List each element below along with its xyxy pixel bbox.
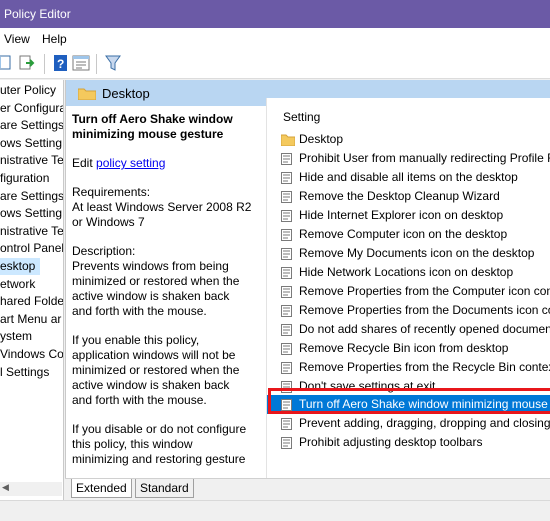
folder-icon (281, 134, 295, 146)
tree-item[interactable]: l Settings (0, 364, 49, 381)
edit-policy-link[interactable]: policy setting (96, 156, 165, 170)
tree-item[interactable]: are Settings (0, 117, 63, 134)
list-item-label: Prohibit adjusting desktop toolbars (299, 435, 483, 449)
disable-text: If you disable or do not configure this … (72, 422, 247, 466)
properties-icon[interactable] (72, 54, 90, 72)
tree-item[interactable]: Vindows Cor (0, 346, 63, 363)
help-icon[interactable]: ? (52, 54, 70, 72)
list-item-label: Prevent adding, dragging, dropping and c… (299, 416, 550, 430)
list-item-label: Remove Recycle Bin icon from desktop (299, 341, 509, 355)
policy-setting-icon (281, 305, 292, 317)
policy-setting-icon (281, 248, 292, 260)
show-hide-tree-icon[interactable] (0, 54, 12, 72)
list-item-label: Prohibit User from manually redirecting … (299, 151, 550, 165)
tree-item[interactable]: uter Policy (0, 82, 56, 99)
policy-setting-icon (281, 437, 292, 449)
list-item[interactable]: Prohibit adjusting desktop toolbars (267, 433, 550, 452)
status-bar (0, 500, 550, 521)
list-item[interactable]: Hide and disable all items on the deskto… (267, 168, 550, 187)
policy-setting-icon (281, 267, 292, 279)
list-item[interactable]: Remove Properties from the Documents ico… (267, 301, 550, 320)
policy-setting-icon (281, 286, 292, 298)
tree-item[interactable]: ows Setting (0, 135, 62, 152)
list-item[interactable]: Hide Internet Explorer icon on desktop (267, 206, 550, 225)
edit-line: Edit policy setting (72, 156, 252, 171)
policy-setting-icon (281, 172, 292, 184)
list-item[interactable]: Hide Network Locations icon on desktop (267, 263, 550, 282)
list-item-label: Remove Computer icon on the desktop (299, 227, 508, 241)
requirements-text: Requirements: At least Windows Server 20… (72, 185, 252, 229)
tree-item[interactable]: figuration (0, 170, 49, 187)
setting-description: Turn off Aero Shake window minimizing mo… (72, 112, 252, 481)
setting-title: Turn off Aero Shake window minimizing mo… (72, 112, 233, 141)
policy-setting-icon (281, 210, 292, 222)
policy-setting-icon (281, 191, 292, 203)
menu-bar: View Help (0, 28, 550, 50)
toolbar: ? (0, 50, 550, 79)
toolbar-separator (44, 54, 45, 74)
tree-item[interactable]: nistrative Te (0, 223, 63, 240)
tab-extended[interactable]: Extended (71, 479, 132, 498)
tree-item[interactable]: nistrative Te (0, 152, 63, 169)
list-item[interactable]: Prevent adding, dragging, dropping and c… (267, 414, 550, 433)
toolbar-separator (96, 54, 97, 74)
list-item-label: Remove Properties from the Computer icon… (299, 284, 550, 298)
list-item-folder[interactable]: Desktop (267, 130, 550, 149)
list-item-label: Hide Network Locations icon on desktop (299, 265, 514, 279)
list-item[interactable]: Remove My Documents icon on the desktop (267, 244, 550, 263)
highlight-box (268, 388, 550, 414)
enable-text: If you enable this policy, application w… (72, 333, 240, 407)
list-item[interactable]: Prohibit User from manually redirecting … (267, 149, 550, 168)
category-title: Desktop (102, 86, 150, 101)
list-item-label: Do not add shares of recently opened doc… (299, 322, 550, 336)
list-item[interactable]: Remove Computer icon on the desktop (267, 225, 550, 244)
tree-item[interactable]: hared Folder (0, 293, 63, 310)
tree-item[interactable]: ystem (0, 328, 32, 345)
policy-setting-icon (281, 418, 292, 430)
list-item-label: Hide Internet Explorer icon on desktop (299, 208, 504, 222)
tree-item[interactable]: ontrol Panel (0, 240, 63, 257)
policy-setting-icon (281, 153, 292, 165)
tree-item-desktop[interactable]: esktop (0, 258, 40, 275)
policy-setting-icon (281, 324, 292, 336)
policy-setting-icon (281, 229, 292, 241)
list-item[interactable]: Remove the Desktop Cleanup Wizard (267, 187, 550, 206)
list-item-label: Remove My Documents icon on the desktop (299, 246, 535, 260)
list-item[interactable]: Remove Properties from the Computer icon… (267, 282, 550, 301)
svg-text:?: ? (57, 57, 64, 71)
tree-item[interactable]: are Settings (0, 188, 63, 205)
tree-pane: uter Policy er Configura are Settings ow… (0, 80, 64, 500)
export-list-icon[interactable] (18, 54, 36, 72)
list-item-label: Hide and disable all items on the deskto… (299, 170, 518, 184)
title-bar: Policy Editor (0, 0, 550, 28)
settings-list: Setting Desktop Prohibit User from manua… (266, 98, 550, 478)
list-item[interactable]: Do not add shares of recently opened doc… (267, 320, 550, 339)
folder-icon (78, 88, 96, 100)
filter-icon[interactable] (104, 54, 122, 72)
list-item[interactable]: Remove Recycle Bin icon from desktop (267, 339, 550, 358)
list-item-label: Remove Properties from the Documents ico… (299, 303, 550, 317)
tree-item[interactable]: art Menu ar (0, 311, 61, 328)
list-item-label: Desktop (299, 132, 344, 146)
window-title: Policy Editor (4, 7, 71, 21)
column-header-setting[interactable]: Setting (283, 110, 320, 124)
tree-item[interactable]: ows Setting (0, 205, 62, 222)
edit-prefix: Edit (72, 156, 97, 170)
tab-standard[interactable]: Standard (135, 479, 194, 498)
description-text: Description: Prevents windows from being… (72, 244, 240, 318)
list-item-label: Remove Properties from the Recycle Bin c… (299, 360, 550, 374)
tree-item[interactable]: etwork (0, 276, 35, 293)
view-tabs: Extended Standard (65, 478, 550, 501)
policy-setting-icon (281, 362, 292, 374)
menu-view[interactable]: View (4, 32, 30, 46)
menu-help[interactable]: Help (42, 32, 67, 46)
tree-item[interactable]: er Configura (0, 100, 63, 117)
tree-horizontal-scrollbar[interactable]: ◀ (0, 482, 62, 496)
scroll-left-icon[interactable]: ◀ (2, 482, 9, 493)
policy-setting-icon (281, 343, 292, 355)
list-item-label: Remove the Desktop Cleanup Wizard (299, 189, 500, 203)
list-item[interactable]: Remove Properties from the Recycle Bin c… (267, 358, 550, 377)
